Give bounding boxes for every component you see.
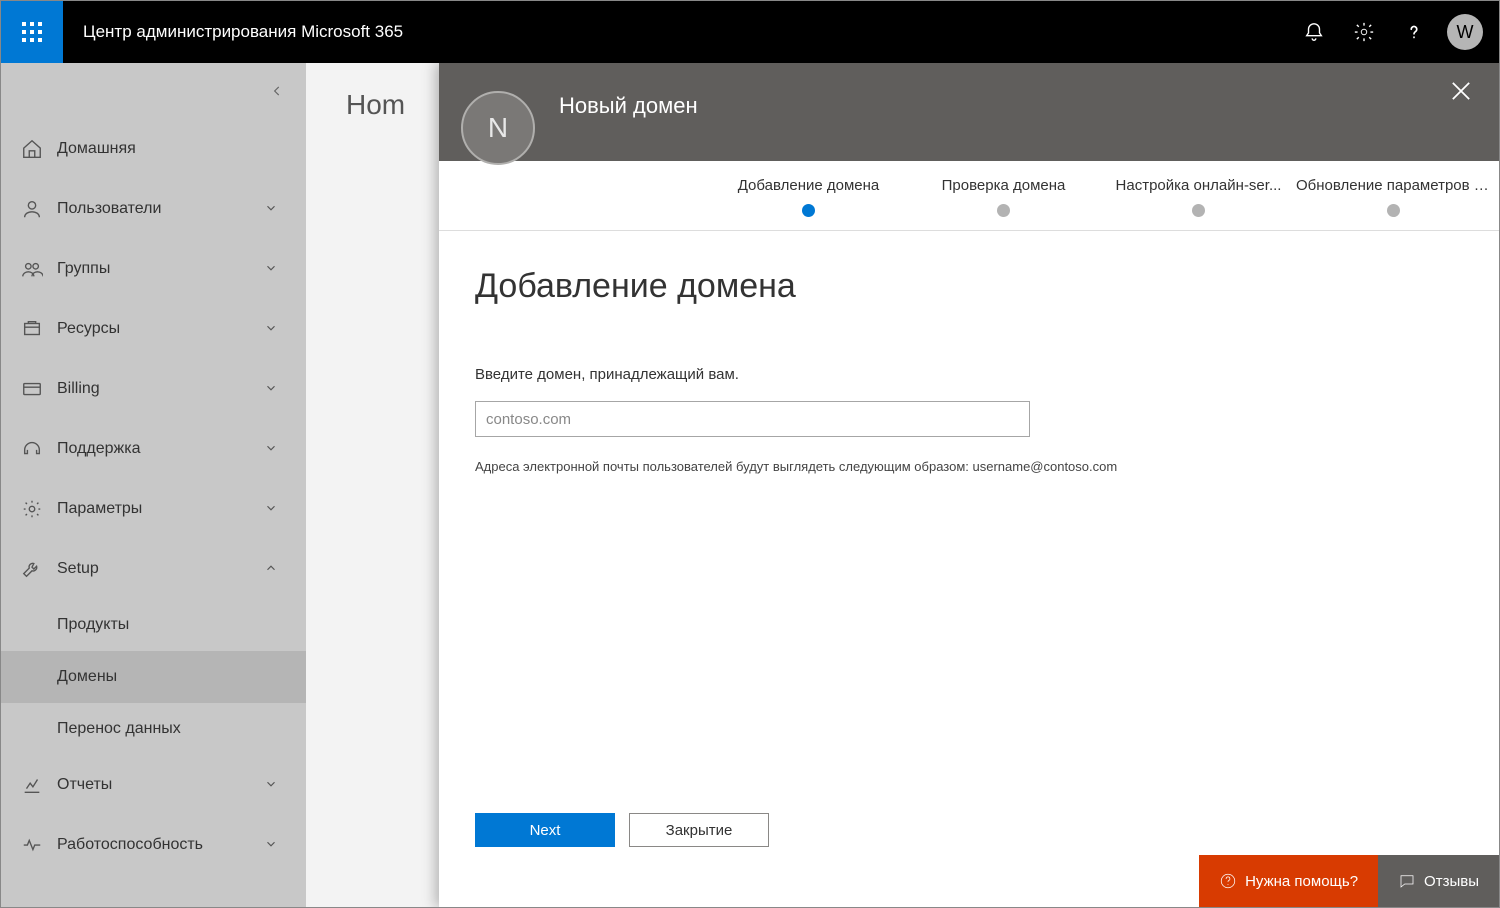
chevron-down-icon — [264, 321, 288, 338]
step-dot — [802, 204, 815, 217]
wrench-icon — [19, 556, 45, 582]
reports-icon — [19, 772, 45, 798]
sidebar-item-billing[interactable]: Billing — [1, 359, 306, 419]
settings-icon[interactable] — [1339, 1, 1389, 63]
need-help-label: Нужна помощь? — [1245, 873, 1358, 890]
sidebar-item-label: Продукты — [57, 616, 306, 634]
sidebar-item-label: Billing — [57, 380, 264, 398]
step-label: Добавление домена — [711, 177, 906, 194]
notifications-icon[interactable] — [1289, 1, 1339, 63]
sidebar-item-label: Параметры — [57, 500, 264, 518]
sidebar-subitem-products[interactable]: Продукты — [1, 599, 306, 651]
sidebar: Домашняя Пользователи Группы Ресурсы Bil… — [1, 63, 306, 907]
sidebar-collapse-button[interactable] — [1, 63, 306, 119]
app-title: Центр администрирования Microsoft 365 — [63, 22, 403, 42]
sidebar-item-label: Домены — [57, 668, 306, 686]
add-domain-panel: N Новый домен Добавление домена Проверка… — [439, 63, 1499, 907]
step-verify-domain[interactable]: Проверка домена — [906, 177, 1101, 217]
resources-icon — [19, 316, 45, 342]
sidebar-item-users[interactable]: Пользователи — [1, 179, 306, 239]
step-update-dns[interactable]: Обновление параметров DNS — [1296, 177, 1491, 217]
step-label: Проверка домена — [906, 177, 1101, 194]
support-icon — [19, 436, 45, 462]
sidebar-item-settings[interactable]: Параметры — [1, 479, 306, 539]
sidebar-item-home[interactable]: Домашняя — [1, 119, 306, 179]
sidebar-item-label: Поддержка — [57, 440, 264, 458]
step-add-domain[interactable]: Добавление домена — [711, 177, 906, 217]
panel-header: N Новый домен — [439, 63, 1499, 161]
sidebar-item-support[interactable]: Поддержка — [1, 419, 306, 479]
top-bar: Центр администрирования Microsoft 365 W — [1, 1, 1499, 63]
sidebar-item-setup[interactable]: Setup — [1, 539, 306, 599]
chevron-down-icon — [264, 261, 288, 278]
feedback-label: Отзывы — [1424, 873, 1479, 890]
app-launcher-button[interactable] — [1, 1, 63, 63]
sidebar-item-reports[interactable]: Отчеты — [1, 755, 306, 815]
home-icon — [19, 136, 45, 162]
need-help-button[interactable]: Нужна помощь? — [1199, 855, 1378, 907]
gear-icon — [19, 496, 45, 522]
sidebar-item-label: Ресурсы — [57, 320, 264, 338]
panel-heading: Добавление домена — [475, 267, 1463, 306]
step-dot — [1192, 204, 1205, 217]
sidebar-item-label: Перенос данных — [57, 720, 306, 738]
chevron-up-icon — [264, 561, 288, 578]
chevron-down-icon — [264, 777, 288, 794]
sidebar-item-health[interactable]: Работоспособность — [1, 815, 306, 875]
step-label: Обновление параметров DNS — [1296, 177, 1491, 194]
domain-input[interactable] — [475, 401, 1030, 437]
health-icon — [19, 832, 45, 858]
sidebar-item-label: Setup — [57, 560, 264, 578]
close-button[interactable] — [1447, 77, 1479, 109]
chevron-down-icon — [264, 441, 288, 458]
sidebar-item-label: Группы — [57, 260, 264, 278]
close-panel-button[interactable]: Закрытие — [629, 813, 769, 847]
bottom-action-bar: Нужна помощь? Отзывы — [1199, 855, 1499, 907]
domain-field-label: Введите домен, принадлежащий вам. — [475, 366, 1463, 383]
billing-icon — [19, 376, 45, 402]
help-icon[interactable] — [1389, 1, 1439, 63]
sidebar-item-label: Отчеты — [57, 776, 264, 794]
panel-title: Новый домен — [559, 93, 698, 119]
user-avatar[interactable]: W — [1447, 14, 1483, 50]
chevron-down-icon — [264, 501, 288, 518]
panel-avatar: N — [461, 91, 535, 165]
chevron-down-icon — [264, 837, 288, 854]
sidebar-subitem-domains[interactable]: Домены — [1, 651, 306, 703]
sidebar-item-resources[interactable]: Ресурсы — [1, 299, 306, 359]
next-button[interactable]: Next — [475, 813, 615, 847]
step-setup-online[interactable]: Настройка онлайн-ser... — [1101, 177, 1296, 217]
domain-hint: Адреса электронной почты пользователей б… — [475, 459, 1463, 474]
feedback-button[interactable]: Отзывы — [1378, 855, 1499, 907]
sidebar-item-label: Пользователи — [57, 200, 264, 218]
chevron-down-icon — [264, 381, 288, 398]
groups-icon — [19, 256, 45, 282]
sidebar-item-label: Домашняя — [57, 140, 306, 158]
user-icon — [19, 196, 45, 222]
step-dot — [1387, 204, 1400, 217]
panel-body: Добавление домена Введите домен, принадл… — [439, 231, 1499, 813]
sidebar-item-label: Работоспособность — [57, 836, 264, 854]
sidebar-item-groups[interactable]: Группы — [1, 239, 306, 299]
chevron-down-icon — [264, 201, 288, 218]
step-dot — [997, 204, 1010, 217]
step-label: Настройка онлайн-ser... — [1101, 177, 1296, 194]
wizard-steps: Добавление домена Проверка домена Настро… — [439, 161, 1499, 231]
sidebar-subitem-data-migration[interactable]: Перенос данных — [1, 703, 306, 755]
